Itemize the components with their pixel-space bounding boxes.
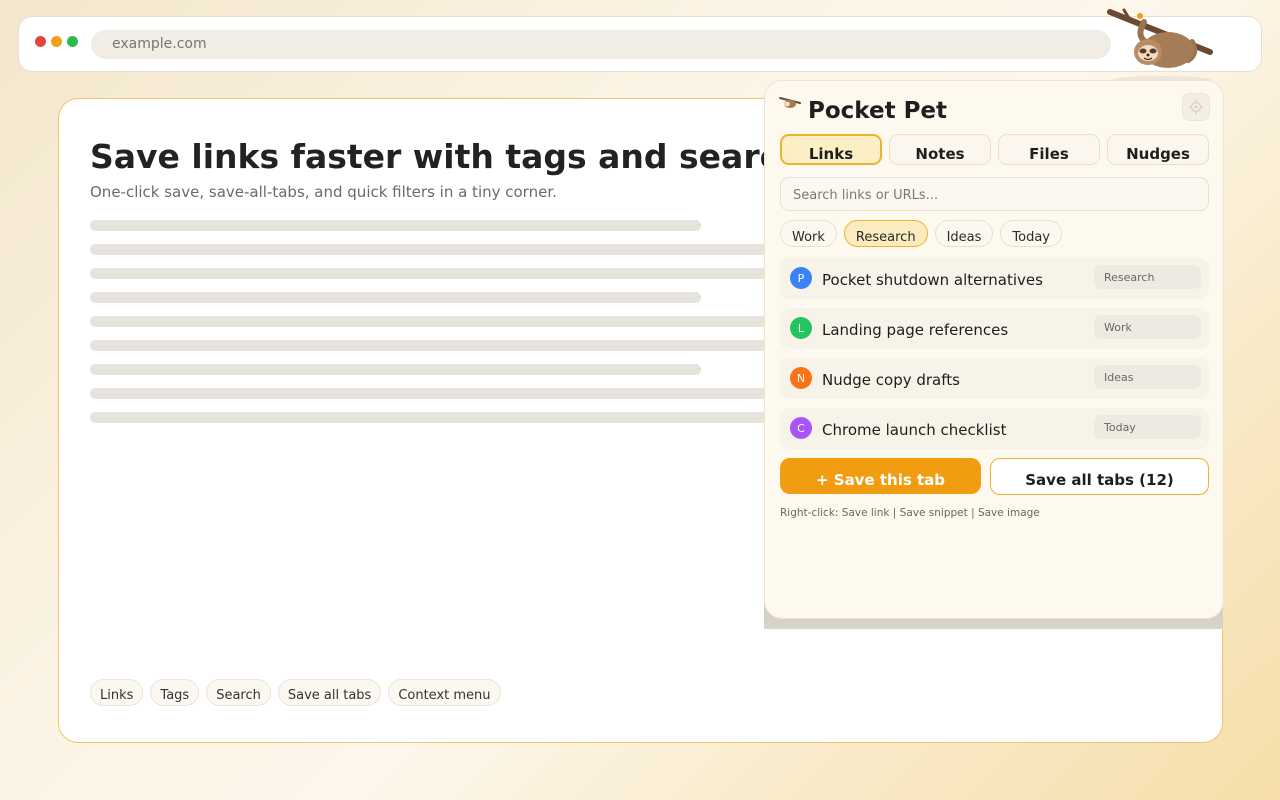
save-all-tabs-button[interactable]: Save all tabs (12) (990, 458, 1209, 495)
browser-toolbar: example.com (18, 16, 1262, 72)
page-title: Save links faster with tags and search (90, 137, 803, 176)
placeholder-line (90, 316, 780, 327)
filter-today[interactable]: Today (1000, 220, 1062, 247)
placeholder-line (90, 364, 701, 375)
feature-chip-tags: Tags (150, 679, 200, 706)
list-item[interactable]: C Chrome launch checklist Today (780, 408, 1209, 449)
extension-popup: Pocket Pet Links Notes Files Nudges Sear… (764, 80, 1224, 619)
placeholder-line (90, 412, 780, 423)
close-window-button[interactable] (35, 36, 46, 47)
avatar: L (790, 317, 812, 339)
tab-files[interactable]: Files (998, 134, 1100, 165)
tag-filters: Work Research Ideas Today (780, 220, 1062, 247)
item-title: Landing page references (822, 321, 1009, 339)
feature-chip-links: Links (90, 679, 144, 706)
page-subtitle: One-click save, save-all-tabs, and quick… (90, 183, 557, 201)
item-title: Pocket shutdown alternatives (822, 271, 1043, 289)
context-menu-hint: Right-click: Save link | Save snippet | … (780, 507, 1040, 519)
search-input[interactable]: Search links or URLs... (780, 177, 1209, 211)
feature-chips: Links Tags Search Save all tabs Context … (90, 679, 501, 706)
sloth-logo-icon (779, 97, 801, 108)
tab-nudges[interactable]: Nudges (1107, 134, 1209, 165)
list-item[interactable]: L Landing page references Work (780, 308, 1209, 349)
filter-research[interactable]: Research (843, 220, 928, 247)
filter-ideas[interactable]: Ideas (934, 220, 994, 247)
saved-links-list: P Pocket shutdown alternatives Research … (780, 258, 1209, 458)
gear-icon (1188, 99, 1204, 115)
maximize-window-button[interactable] (67, 36, 78, 47)
popup-title: Pocket Pet (808, 98, 948, 124)
list-item[interactable]: N Nudge copy drafts Ideas (780, 358, 1209, 399)
save-this-tab-button[interactable]: + Save this tab (780, 458, 981, 494)
minimize-window-button[interactable] (51, 36, 62, 47)
item-tag-badge[interactable]: Work (1094, 315, 1201, 339)
avatar: N (790, 367, 812, 389)
avatar: P (790, 267, 812, 289)
placeholder-line (90, 340, 780, 351)
feature-chip-save-all-tabs: Save all tabs (277, 679, 382, 706)
item-tag-badge[interactable]: Research (1094, 265, 1201, 289)
placeholder-line (90, 220, 701, 231)
placeholder-line (90, 244, 780, 255)
item-tag-badge[interactable]: Today (1094, 415, 1201, 439)
feature-chip-search: Search (206, 679, 271, 706)
placeholder-line (90, 388, 780, 399)
filter-work[interactable]: Work (780, 220, 837, 247)
sloth-mascot-icon[interactable] (1106, 6, 1214, 86)
address-bar[interactable]: example.com (91, 30, 1111, 59)
item-title: Nudge copy drafts (822, 371, 960, 389)
feature-chip-context-menu: Context menu (388, 679, 501, 706)
item-title: Chrome launch checklist (822, 421, 1007, 439)
avatar: C (790, 417, 812, 439)
list-item[interactable]: P Pocket shutdown alternatives Research (780, 258, 1209, 299)
settings-button[interactable] (1182, 93, 1210, 121)
item-tag-badge[interactable]: Ideas (1094, 365, 1201, 389)
placeholder-line (90, 268, 780, 279)
tab-notes[interactable]: Notes (889, 134, 991, 165)
popup-tabs: Links Notes Files Nudges (780, 134, 1209, 165)
placeholder-line (90, 292, 701, 303)
tab-links[interactable]: Links (780, 134, 882, 165)
